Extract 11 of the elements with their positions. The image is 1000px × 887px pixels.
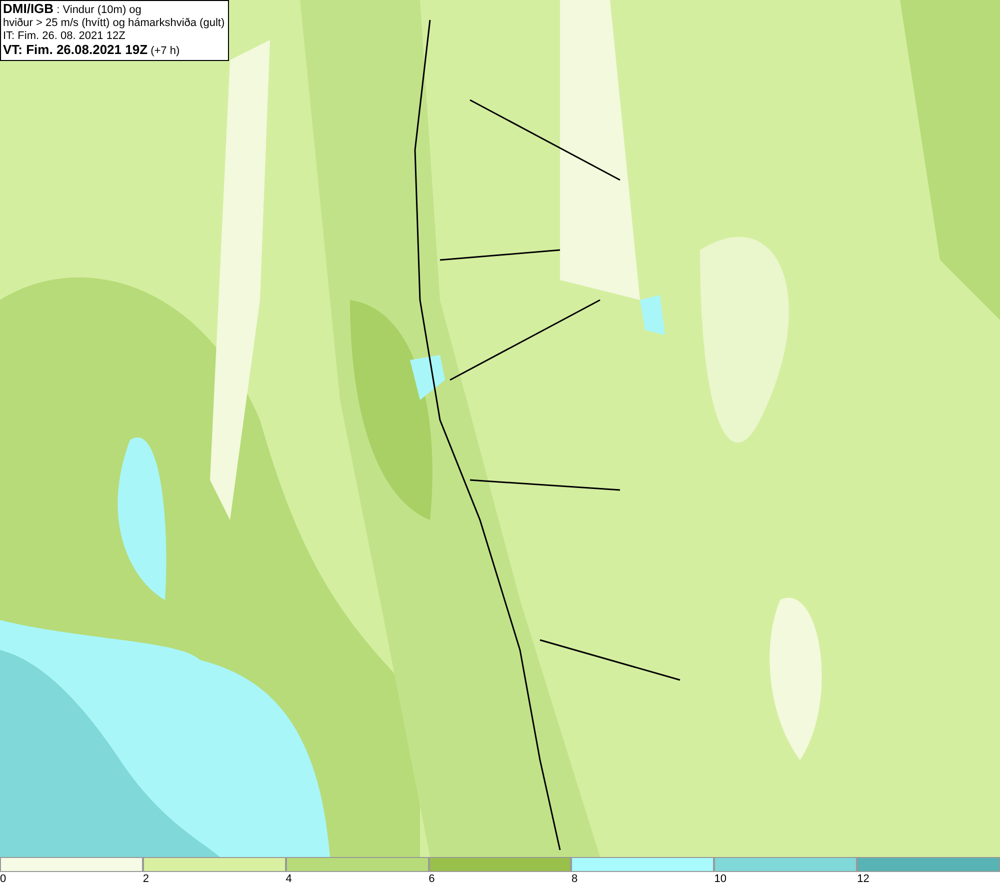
legend-tick-label: 2 <box>142 872 149 886</box>
legend-tick-label: 12 <box>857 872 870 886</box>
map-info-text: VT: Fim. 26.08.2021 19Z (+7 h) <box>3 43 181 58</box>
legend-tick-label: 0 <box>0 872 6 886</box>
legend-tick-label: 10 <box>714 872 727 886</box>
map-info-text: DMI/IGB : Vindur (10m) og <box>3 2 142 17</box>
map-info-text: IT: Fim. 26. 08. 2021 12Z <box>3 30 126 43</box>
legend-tick-label: 8 <box>571 872 578 886</box>
legend-tick-label: 6 <box>428 872 435 886</box>
legend-tick-label: 4 <box>286 872 292 886</box>
map-info-text: hviður > 25 m/s (hvítt) og hámarkshviða (gult) <box>3 17 225 30</box>
